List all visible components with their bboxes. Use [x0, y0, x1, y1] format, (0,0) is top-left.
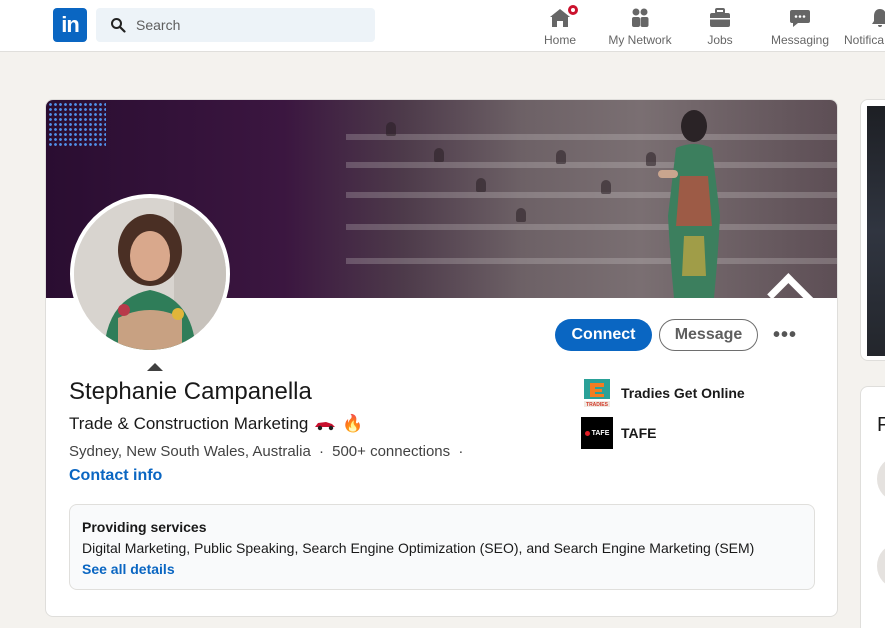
- search-box[interactable]: [96, 8, 375, 42]
- profile-card: Connect Message ••• Stephanie Campanella…: [45, 99, 838, 617]
- side-ad-card[interactable]: [860, 99, 885, 361]
- banner-dot-pattern: [48, 102, 106, 146]
- banner-speaker-figure: [658, 110, 720, 298]
- search-icon: [111, 18, 126, 33]
- nav-label-my-network: My Network: [608, 33, 672, 47]
- nav-messaging[interactable]: Messaging: [768, 2, 832, 50]
- nav-label-notifications: Notifica: [844, 33, 885, 47]
- connect-button[interactable]: Connect: [555, 319, 652, 351]
- top-nav-bar: in Home My Network: [0, 0, 885, 52]
- search-input[interactable]: [136, 17, 356, 33]
- profile-headline: Trade & Construction Marketing 🔥: [69, 414, 364, 434]
- nav-notifications[interactable]: Notifica: [844, 2, 885, 50]
- nav-label-messaging: Messaging: [770, 33, 830, 47]
- avatar[interactable]: [877, 544, 885, 588]
- tafe-logo-icon: TAFE: [581, 417, 613, 449]
- services-title: Providing services: [82, 519, 207, 535]
- org-tradies-get-online[interactable]: TRADIES Tradies Get Online: [581, 377, 745, 409]
- nav-label-jobs: Jobs: [707, 33, 733, 47]
- avatar-caret-icon: [147, 363, 163, 371]
- org-tafe[interactable]: TAFE TAFE: [581, 417, 657, 449]
- nav-my-network[interactable]: My Network: [603, 2, 677, 50]
- profile-avatar[interactable]: [70, 194, 230, 354]
- tafe-logo-text: TAFE: [591, 429, 610, 437]
- home-icon: [548, 3, 580, 30]
- tradies-logo-icon: TRADIES: [581, 377, 613, 409]
- banner-audience-scene: [346, 100, 837, 298]
- location-text: Sydney, New South Wales, Australia: [69, 443, 311, 460]
- briefcase-icon: [708, 6, 732, 30]
- headline-text: Trade & Construction Marketing: [69, 414, 309, 433]
- side-card-heading: P: [877, 414, 885, 437]
- race-car-icon: [315, 422, 336, 431]
- separator-dot: ·: [458, 443, 464, 460]
- side-people-card: P: [860, 386, 885, 628]
- notification-badge: [566, 3, 580, 17]
- avatar-photo: [74, 198, 226, 350]
- messaging-icon: [788, 6, 812, 30]
- org-name: TAFE: [621, 425, 657, 441]
- profile-name: Stephanie Campanella: [69, 378, 312, 405]
- profile-location-line: Sydney, New South Wales, Australia · 500…: [69, 443, 463, 460]
- message-button[interactable]: Message: [659, 319, 758, 351]
- nav-home[interactable]: Home: [539, 2, 581, 50]
- linkedin-logo[interactable]: in: [53, 8, 87, 42]
- tradies-logo-text: TRADIES: [586, 402, 609, 408]
- side-ad-image: [867, 106, 885, 356]
- bell-icon: [868, 6, 885, 30]
- avatar[interactable]: [877, 457, 885, 501]
- nav-label-home: Home: [543, 33, 576, 47]
- providing-services-box: Providing services Digital Marketing, Pu…: [69, 504, 815, 590]
- connections-count[interactable]: 500+ connections: [332, 443, 450, 460]
- contact-info-link[interactable]: Contact info: [69, 467, 162, 485]
- fire-icon: 🔥: [342, 414, 364, 433]
- see-all-details-link[interactable]: See all details: [82, 561, 175, 577]
- network-icon: [628, 6, 652, 30]
- org-name: Tradies Get Online: [621, 385, 745, 401]
- nav-jobs[interactable]: Jobs: [700, 2, 740, 50]
- separator-dot: ·: [318, 443, 324, 460]
- more-actions-button[interactable]: •••: [770, 319, 800, 351]
- services-list: Digital Marketing, Public Speaking, Sear…: [82, 540, 755, 556]
